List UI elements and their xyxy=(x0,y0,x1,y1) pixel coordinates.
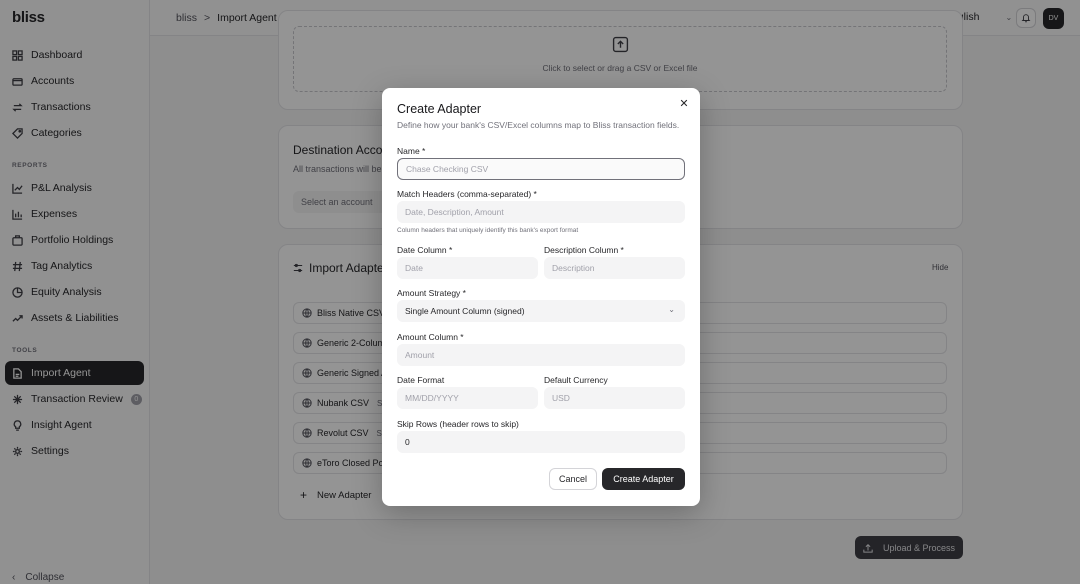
amount-column-input[interactable] xyxy=(397,344,685,366)
date-format-label: Date Format xyxy=(397,375,445,385)
match-headers-hint: Column headers that uniquely identify th… xyxy=(397,227,579,234)
date-column-input[interactable] xyxy=(397,257,538,279)
date-column-label: Date Column * xyxy=(397,245,453,255)
description-column-label: Description Column * xyxy=(544,245,624,255)
create-adapter-dialog: Create Adapter Define how your bank's CS… xyxy=(382,88,700,506)
match-headers-input[interactable] xyxy=(397,201,685,223)
dialog-subtitle: Define how your bank's CSV/Excel columns… xyxy=(397,120,680,130)
cancel-button[interactable]: Cancel xyxy=(549,468,597,490)
skip-rows-label: Skip Rows (header rows to skip) xyxy=(397,419,519,429)
create-adapter-button[interactable]: Create Adapter xyxy=(602,468,685,490)
match-headers-label: Match Headers (comma-separated) * xyxy=(397,189,537,199)
skip-rows-input[interactable]: 0 xyxy=(397,431,685,453)
default-currency-input[interactable] xyxy=(544,387,685,409)
amount-column-label: Amount Column * xyxy=(397,332,464,342)
amount-strategy-value: Single Amount Column (signed) xyxy=(405,306,525,316)
date-format-input[interactable] xyxy=(397,387,538,409)
dialog-title: Create Adapter xyxy=(397,102,482,116)
name-input[interactable] xyxy=(397,158,685,180)
default-currency-label: Default Currency xyxy=(544,375,608,385)
name-label: Name * xyxy=(397,146,426,156)
amount-strategy-select[interactable]: Single Amount Column (signed) ⌄ xyxy=(397,300,685,322)
close-icon[interactable]: ✕ xyxy=(678,97,690,110)
chevron-down-icon: ⌄ xyxy=(668,305,675,314)
amount-strategy-label: Amount Strategy * xyxy=(397,288,466,298)
description-column-input[interactable] xyxy=(544,257,685,279)
